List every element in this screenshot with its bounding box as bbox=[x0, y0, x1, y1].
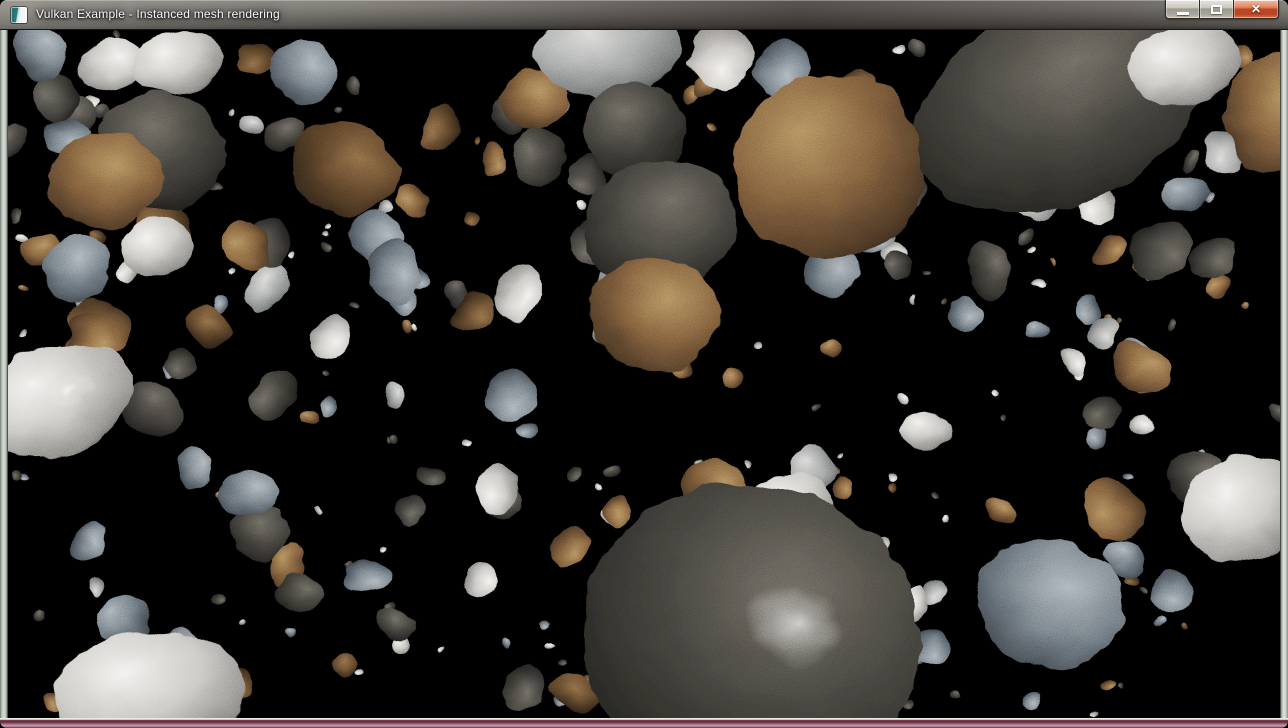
window-controls: ✕ bbox=[1165, 0, 1279, 19]
window-border-left bbox=[0, 30, 8, 718]
titlebar[interactable]: Vulkan Example - Instanced mesh renderin… bbox=[0, 0, 1288, 30]
close-button[interactable]: ✕ bbox=[1233, 0, 1279, 19]
minimize-icon bbox=[1177, 12, 1189, 15]
render-viewport[interactable] bbox=[8, 30, 1280, 718]
noise-texture-overlay bbox=[8, 30, 1280, 718]
window-title: Vulkan Example - Instanced mesh renderin… bbox=[36, 0, 280, 30]
app-window: Vulkan Example - Instanced mesh renderin… bbox=[0, 0, 1288, 728]
window-border-right bbox=[1280, 30, 1288, 718]
app-icon[interactable] bbox=[11, 7, 27, 23]
minimize-button[interactable] bbox=[1165, 0, 1199, 19]
maximize-button[interactable] bbox=[1199, 0, 1233, 19]
maximize-icon bbox=[1211, 5, 1222, 14]
window-border-bottom bbox=[0, 718, 1288, 728]
asteroid-scene bbox=[8, 30, 1280, 718]
close-icon: ✕ bbox=[1251, 1, 1261, 18]
